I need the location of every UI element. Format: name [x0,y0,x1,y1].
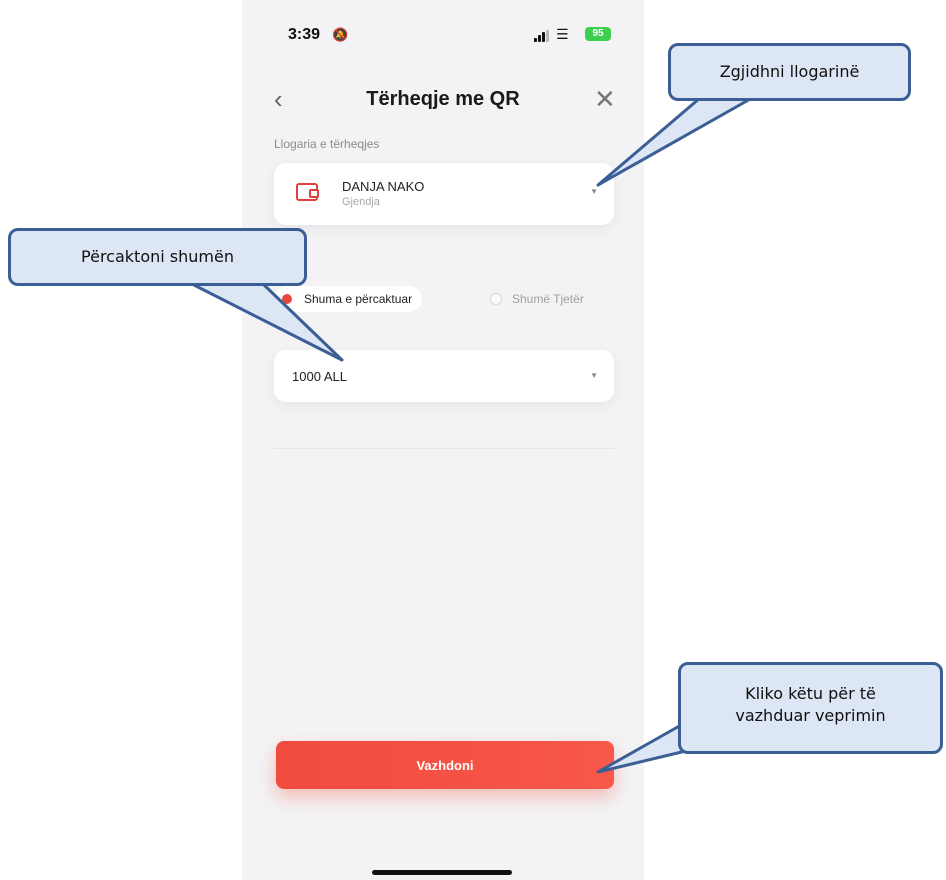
callout-continue-text-line2: vazhduar veprimin [735,706,886,725]
callout-continue: Kliko këtu për të vazhduar veprimin [678,662,943,754]
callout-pointer-account [596,96,754,187]
callout-pointer-continue [596,718,692,774]
callout-set-amount-text: Përcaktoni shumën [81,247,234,266]
callout-continue-text-line1: Kliko këtu për të [745,684,876,703]
callout-set-amount: Përcaktoni shumën [8,228,307,286]
callout-pointer-amount [188,281,344,362]
callout-select-account: Zgjidhni llogarinë [668,43,911,101]
callout-select-account-text: Zgjidhni llogarinë [719,62,860,81]
